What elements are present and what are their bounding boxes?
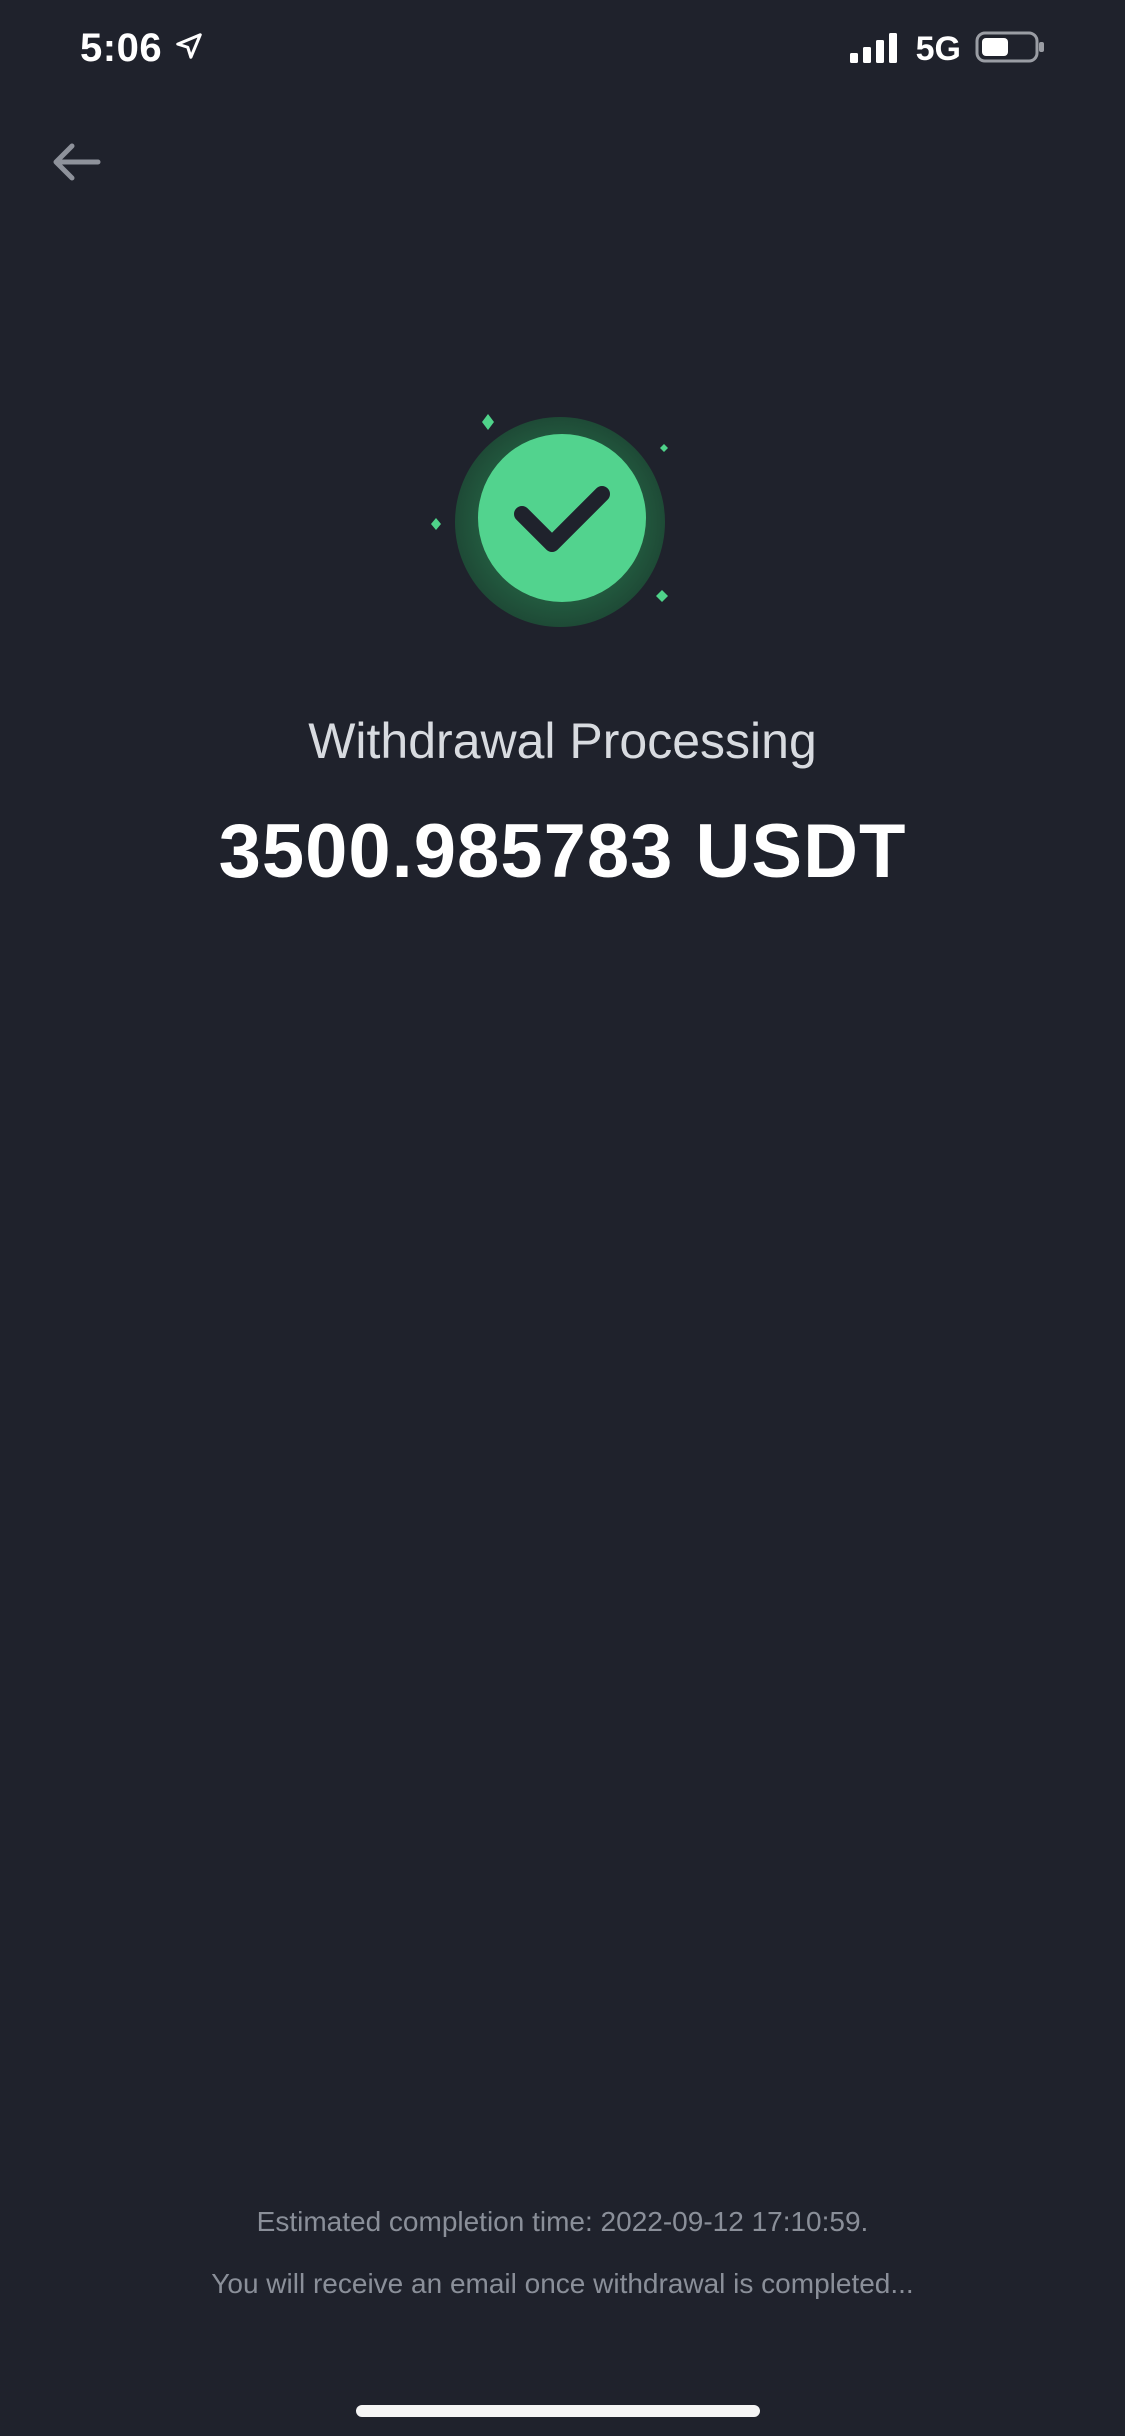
home-indicator[interactable] bbox=[356, 2405, 760, 2417]
status-time: 5:06 bbox=[80, 26, 163, 70]
email-notice-text: You will receive an email once withdrawa… bbox=[211, 2268, 914, 2299]
battery-icon bbox=[975, 30, 1047, 69]
location-arrow-icon bbox=[174, 26, 204, 71]
network-label: 5G bbox=[915, 30, 961, 68]
estimated-completion-text: Estimated completion time: 2022-09-12 17… bbox=[256, 2206, 869, 2237]
status-bar: 5:06 5G bbox=[0, 0, 1125, 100]
check-circle-icon bbox=[412, 390, 712, 650]
withdrawal-amount: 3500.985783 USDT bbox=[218, 809, 907, 894]
result-title: Withdrawal Processing bbox=[308, 713, 817, 769]
back-button[interactable] bbox=[44, 132, 108, 196]
back-arrow-icon bbox=[50, 142, 102, 187]
status-indicators: 5G bbox=[849, 30, 1047, 69]
signal-icon bbox=[849, 31, 902, 68]
status-time-group: 5:06 bbox=[80, 26, 204, 71]
